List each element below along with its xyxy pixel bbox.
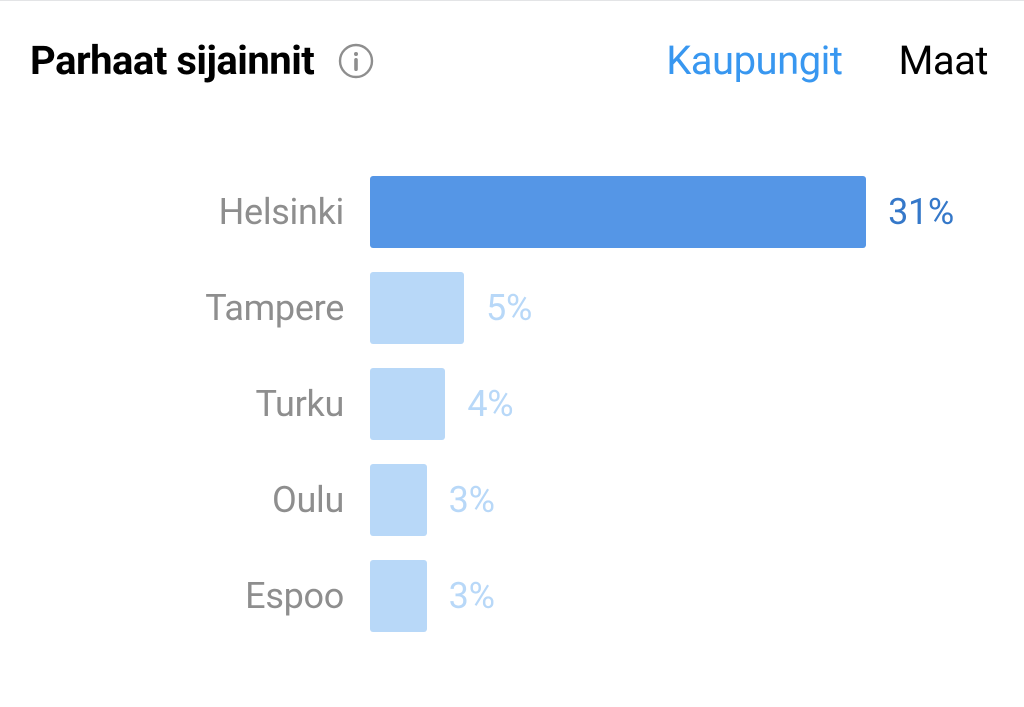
bar-track: 31% [370, 176, 954, 248]
bar-row: Oulu 3% [30, 464, 954, 536]
card-title: Parhaat sijainnit [30, 37, 314, 84]
title-group: Parhaat sijainnit [30, 37, 374, 84]
bar-fill [370, 272, 464, 344]
bar-fill [370, 368, 445, 440]
tabs: Kaupungit Maat [666, 37, 994, 84]
bar-fill [370, 560, 427, 632]
bar-label: Tampere [30, 287, 370, 329]
tab-countries[interactable]: Maat [898, 37, 988, 84]
locations-bar-chart: Helsinki 31% Tampere 5% Turku 4% Oulu 3% Espoo 3% [30, 176, 994, 632]
info-icon[interactable] [338, 43, 374, 79]
bar-row: Tampere 5% [30, 272, 954, 344]
bar-track: 3% [370, 464, 954, 536]
bar-label: Turku [30, 383, 370, 425]
bar-fill [370, 464, 427, 536]
bar-label: Espoo [30, 575, 370, 617]
bar-track: 3% [370, 560, 954, 632]
bar-track: 5% [370, 272, 954, 344]
bar-row: Turku 4% [30, 368, 954, 440]
card-header: Parhaat sijainnit Kaupungit Maat [30, 37, 994, 84]
bar-value: 3% [449, 479, 495, 521]
bar-value: 31% [888, 191, 954, 233]
bar-label: Helsinki [30, 191, 370, 233]
tab-cities[interactable]: Kaupungit [666, 37, 842, 84]
bar-value: 4% [467, 383, 513, 425]
bar-value: 3% [449, 575, 495, 617]
bar-fill [370, 176, 866, 248]
bar-label: Oulu [30, 479, 370, 521]
locations-card: Parhaat sijainnit Kaupungit Maat Helsink… [0, 0, 1024, 707]
bar-row: Espoo 3% [30, 560, 954, 632]
bar-track: 4% [370, 368, 954, 440]
bar-value: 5% [486, 287, 532, 329]
bar-row: Helsinki 31% [30, 176, 954, 248]
